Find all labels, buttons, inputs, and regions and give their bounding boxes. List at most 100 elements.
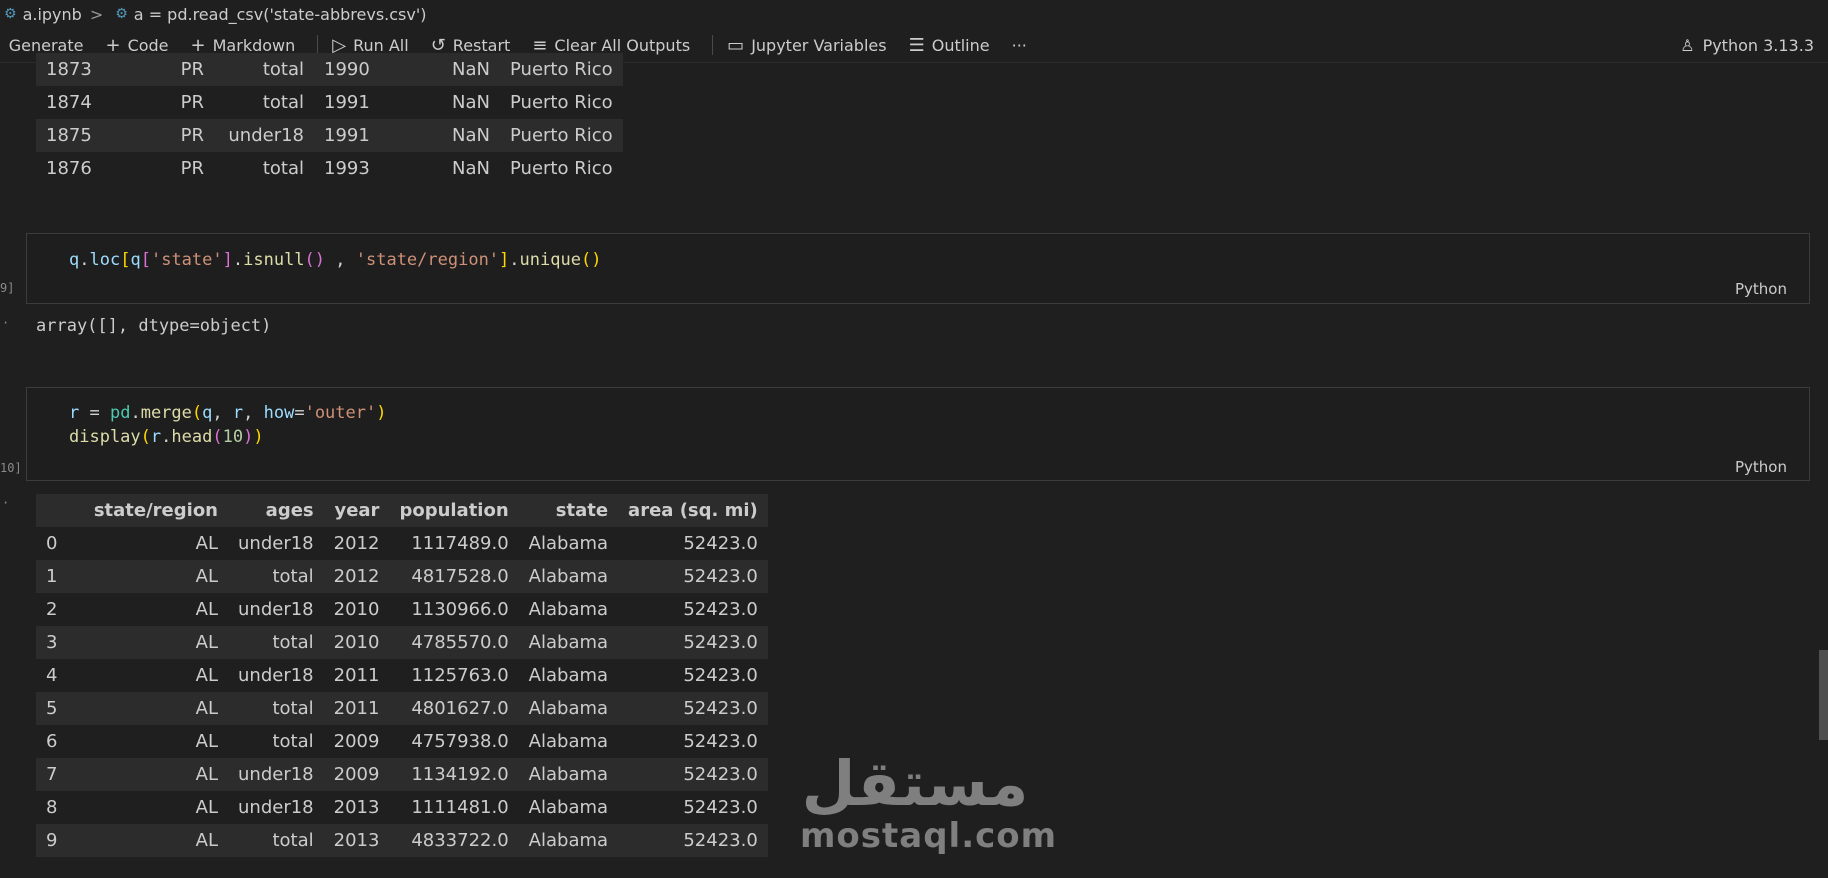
column-header: year — [323, 494, 390, 527]
row-index: 2 — [46, 599, 58, 620]
table-cell: 52423.0 — [618, 758, 768, 791]
table-cell: 52423.0 — [618, 824, 768, 857]
table-cell: total — [214, 53, 314, 86]
table-row: 2 AL under18 2010 1130966.0 Alabama 52423.0 — [36, 593, 768, 626]
table-cell: AL — [78, 560, 228, 593]
table-cell: 52423.0 — [618, 626, 768, 659]
breadcrumb-cell[interactable]: a = pd.read_csv('state-abbrevs.csv') — [134, 5, 427, 24]
more-actions-button[interactable]: ··· — [1012, 36, 1027, 55]
table-cell: NaN — [452, 92, 490, 113]
vertical-scrollbar-thumb[interactable] — [1819, 650, 1828, 740]
table-cell: Alabama — [528, 731, 609, 752]
table-cell: Alabama — [528, 665, 609, 686]
table-cell: AL — [195, 797, 218, 818]
breadcrumb: ⚙ a.ipynb > ⚙ a = pd.read_csv('state-abb… — [0, 0, 1828, 28]
table-cell: 2010 — [323, 626, 390, 659]
column-header: population — [389, 494, 519, 527]
table-cell: total — [262, 92, 304, 113]
table-cell: 52423.0 — [683, 731, 758, 752]
table-cell: total — [228, 692, 324, 725]
table-row: 1873 PR total 1990 NaN Puerto Rico — [36, 53, 623, 86]
cell-language-label[interactable]: Python — [1735, 458, 1787, 476]
table-cell: total — [228, 560, 324, 593]
index-header — [36, 494, 78, 527]
table-row: 5 AL total 2011 4801627.0 Alabama 52423.0 — [36, 692, 768, 725]
column-header: state — [518, 494, 619, 527]
table-cell: 1873 — [36, 53, 170, 86]
dataframe-output-2: state/region ages year population state area … — [36, 494, 768, 857]
row-index: 4 — [46, 665, 58, 686]
table-cell: 1130966.0 — [411, 599, 509, 620]
table-row: 1 AL total 2012 4817528.0 Alabama 52423.0 — [36, 560, 768, 593]
table-cell: 1991 — [324, 92, 370, 113]
outline-button[interactable]: ☰ Outline — [909, 35, 990, 56]
toolbar-divider — [712, 35, 714, 55]
breadcrumb-file[interactable]: a.ipynb — [23, 5, 82, 24]
table-cell: AL — [78, 626, 228, 659]
jupyter-variables-button[interactable]: ▭ Jupyter Variables — [727, 35, 886, 56]
table-cell: under18 — [238, 665, 314, 686]
row-index: 8 — [46, 797, 58, 818]
outline-icon: ☰ — [908, 34, 925, 56]
table-cell: 2009 — [323, 758, 390, 791]
table-cell: 1134192.0 — [389, 758, 519, 791]
table-row: 0 AL under18 2012 1117489.0 Alabama 52423.0 — [36, 527, 768, 560]
table-cell: PR — [170, 53, 214, 86]
table-cell: AL — [78, 824, 228, 857]
table-cell: Puerto Rico — [500, 53, 623, 86]
cell-output-text: array([], dtype=object) — [36, 316, 272, 336]
row-index: 1 — [36, 560, 78, 593]
table-cell: 4833722.0 — [389, 824, 519, 857]
dataframe-table: 1873 PR total 1990 NaN Puerto Rico 1874 PR total… — [36, 53, 623, 185]
table-cell: total — [262, 158, 304, 179]
table-cell: 52423.0 — [618, 560, 768, 593]
watermark-latin: mostaql.com — [800, 816, 1058, 856]
notebook-file-icon: ⚙ — [4, 6, 17, 22]
table-cell: 2011 — [323, 692, 390, 725]
table-cell: 2013 — [323, 824, 390, 857]
dataframe-output-1: 1873 PR total 1990 NaN Puerto Rico 1874 PR total… — [36, 53, 623, 185]
kernel-picker[interactable]: ♙ Python 3.13.3 — [1680, 28, 1814, 62]
table-cell: 52423.0 — [618, 692, 768, 725]
row-index: 6 — [46, 731, 58, 752]
table-cell: 1991 — [314, 119, 380, 152]
code-editor[interactable]: r = pd.merge(q, r, how='outer') display(… — [69, 401, 386, 449]
table-cell: 1111481.0 — [411, 797, 509, 818]
table-cell: NaN — [452, 158, 490, 179]
table-cell: 2011 — [333, 665, 380, 686]
table-cell: under18 — [228, 758, 324, 791]
sparkle-icon: . — [0, 35, 2, 56]
table-row: 8 AL under18 2013 1111481.0 Alabama 52423.0 — [36, 791, 768, 824]
table-cell: total — [228, 626, 324, 659]
code-editor[interactable]: q.loc[q['state'].isnull() , 'state/regio… — [69, 248, 601, 272]
table-cell: AL — [195, 599, 218, 620]
row-index: 3 — [36, 626, 78, 659]
table-cell: Alabama — [518, 692, 619, 725]
table-row: 4 AL under18 2011 1125763.0 Alabama 52423.0 — [36, 659, 768, 692]
table-cell: AL — [195, 665, 218, 686]
table-cell: 52423.0 — [683, 797, 758, 818]
table-cell: Alabama — [528, 797, 609, 818]
table-cell: under18 — [238, 797, 314, 818]
cell-language-label[interactable]: Python — [1735, 280, 1787, 298]
table-cell: 1117489.0 — [411, 533, 509, 554]
table-cell: 1990 — [314, 53, 380, 86]
table-cell: 2009 — [333, 731, 380, 752]
table-cell: 4817528.0 — [389, 560, 519, 593]
table-row: 1875 PR under18 1991 NaN Puerto Rico — [36, 119, 623, 152]
execution-count: 10] — [0, 461, 22, 475]
watermark-arabic: مستقل — [801, 747, 1029, 820]
table-cell: 4801627.0 — [389, 692, 519, 725]
table-cell: total — [272, 731, 314, 752]
table-row: 9 AL total 2013 4833722.0 Alabama 52423.0 — [36, 824, 768, 857]
code-cell-10[interactable]: r = pd.merge(q, r, how='outer') display(… — [26, 387, 1810, 481]
table-cell: 2012 — [333, 533, 380, 554]
code-cell-9[interactable]: q.loc[q['state'].isnull() , 'state/regio… — [26, 233, 1810, 304]
table-cell: AL — [195, 731, 218, 752]
table-row: 1874 PR total 1991 NaN Puerto Rico — [36, 86, 623, 119]
column-header: state/region — [78, 494, 228, 527]
table-cell: 52423.0 — [683, 533, 758, 554]
breadcrumb-separator: > — [89, 4, 104, 24]
table-cell: 1993 — [324, 158, 370, 179]
variables-icon: ▭ — [727, 34, 745, 56]
